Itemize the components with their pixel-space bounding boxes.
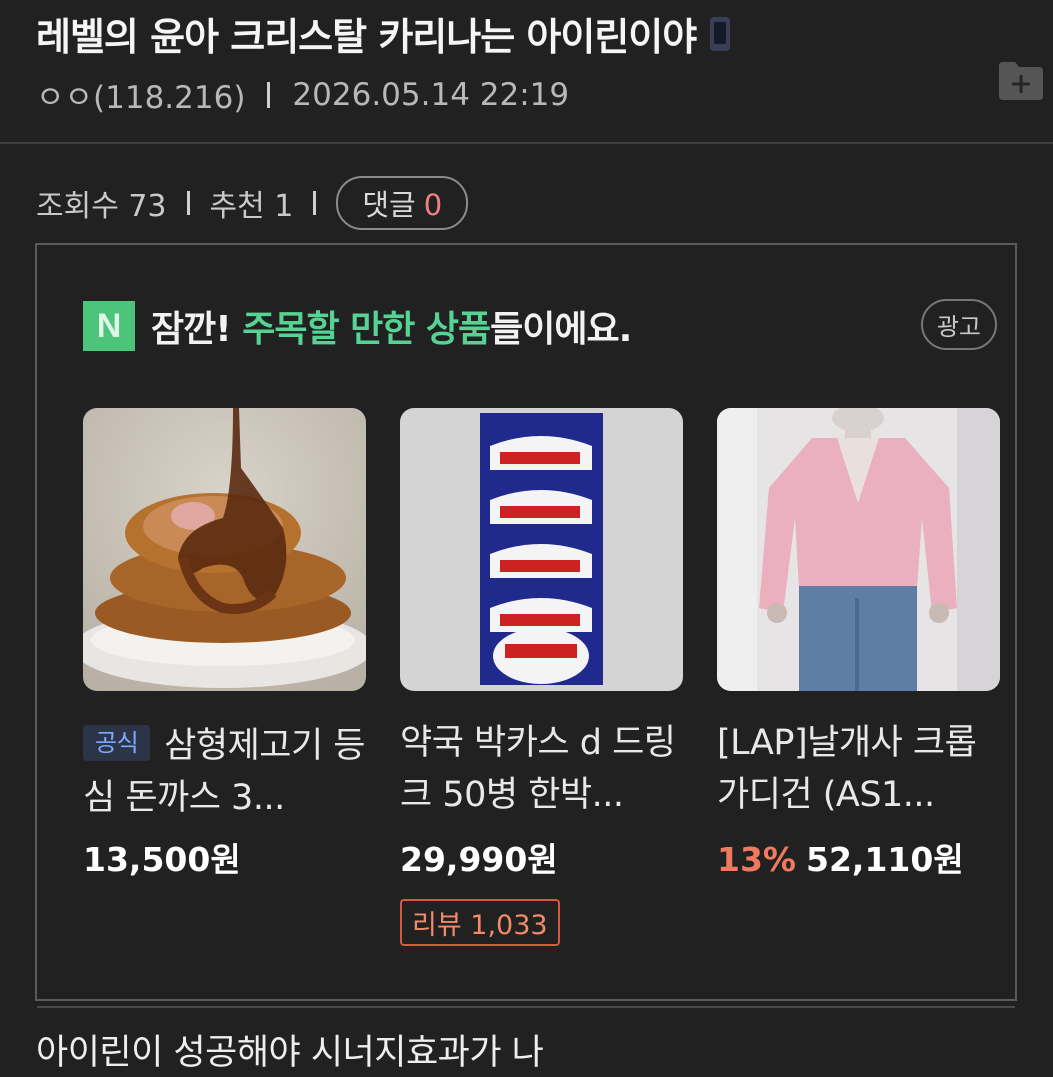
naver-logo-icon: N: [83, 301, 135, 351]
post-datetime: 2026.05.14 22:19: [292, 76, 570, 113]
post-meta: ㅇㅇ(118.216) 2026.05.14 22:19: [36, 72, 569, 117]
discount-rate: 13%: [717, 840, 796, 879]
header-divider: [0, 142, 1053, 144]
post-title-row: 레벨의 윤아 크리스탈 카리나는 아이린이야: [36, 6, 731, 61]
product-name[interactable]: 공식 삼형제고기 등심 돈까스 3...: [83, 717, 366, 821]
post-title: 레벨의 윤아 크리스탈 카리나는 아이린이야: [36, 15, 697, 59]
ad-title-highlight: 주목할 만한 상품: [242, 309, 491, 350]
product-list: 공식 삼형제고기 등심 돈까스 3... 13,500원 약국 박카스 d 드링…: [83, 408, 1000, 946]
ad-badge[interactable]: 광고: [920, 299, 997, 350]
folder-plus-icon: [999, 62, 1043, 100]
comments-button[interactable]: 댓글 0: [336, 176, 469, 230]
product-card[interactable]: 약국 박카스 d 드링크 50병 한박... 29,990원 리뷰 1,033: [400, 408, 683, 946]
official-badge: 공식: [83, 725, 151, 761]
mobile-phone-icon: [710, 16, 731, 51]
price-value: 13,500원: [83, 840, 241, 879]
ad-title: 잠깐! 주목할 만한 상품들이에요.: [151, 300, 632, 352]
view-count: 조회수 73: [36, 189, 167, 224]
product-card[interactable]: 공식 삼형제고기 등심 돈까스 3... 13,500원: [83, 408, 366, 946]
product-card[interactable]: [LAP]날개사 크롭가디건 (AS1... 13% 52,110원: [717, 408, 1000, 946]
post-stats: 조회수 73 추천 1 댓글 0: [36, 176, 469, 230]
naver-logo-letter: N: [96, 306, 122, 345]
product-name[interactable]: [LAP]날개사 크롭가디건 (AS1...: [717, 717, 1000, 821]
stats-divider: [313, 191, 317, 215]
product-image-bacchus[interactable]: [400, 408, 683, 691]
add-to-folder-button[interactable]: [997, 58, 1045, 102]
ad-header: N 잠깐! 주목할 만한 상품들이에요.: [83, 300, 632, 352]
ad-panel: N 잠깐! 주목할 만한 상품들이에요. 광고 공식 삼형제고기 등심 돈까스 …: [35, 243, 1017, 1008]
recommend-count: 추천 1: [209, 189, 294, 224]
price-value: 29,990원: [400, 840, 558, 879]
meta-divider: [267, 81, 271, 108]
comments-label: 댓글: [362, 188, 416, 222]
ad-title-post: 들이에요.: [490, 309, 632, 350]
comments-count: 0: [423, 188, 443, 222]
review-badge[interactable]: 리뷰 1,033: [400, 899, 560, 946]
product-price: 13,500원: [83, 833, 366, 881]
product-price: 29,990원: [400, 833, 683, 881]
product-price: 13% 52,110원: [717, 833, 1000, 881]
product-name[interactable]: 약국 박카스 d 드링크 50병 한박...: [400, 717, 683, 821]
product-image-pork-cutlet[interactable]: [83, 408, 366, 691]
price-value: 52,110원: [806, 840, 964, 879]
ad-title-pre: 잠깐!: [151, 309, 243, 350]
post-body: 아이린이 성공해야 시너지효과가 나: [36, 1033, 544, 1073]
author-name[interactable]: ㅇㅇ(118.216): [36, 72, 245, 117]
stats-divider: [186, 191, 190, 215]
product-image-cardigan[interactable]: [717, 408, 1000, 691]
